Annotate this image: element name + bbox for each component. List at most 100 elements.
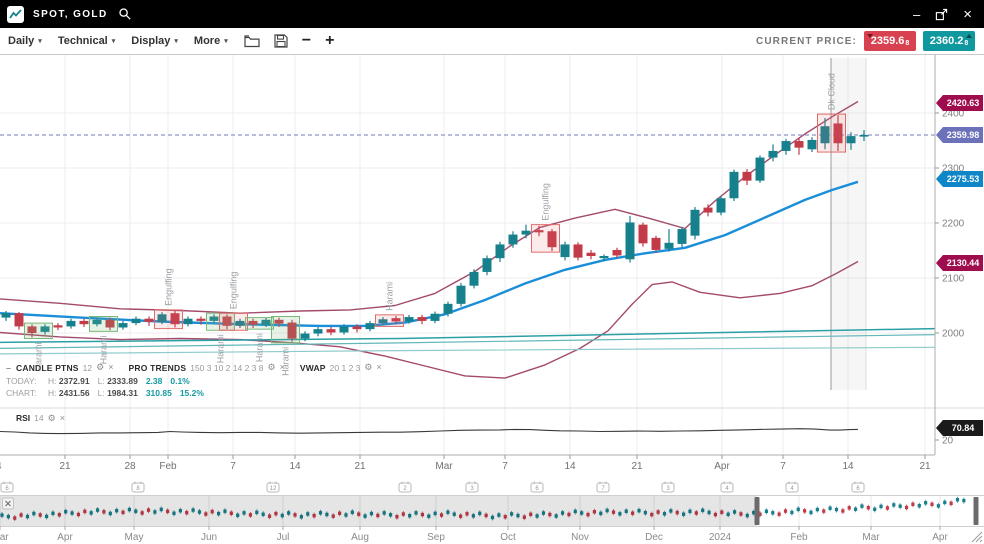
candle-body xyxy=(808,140,817,149)
candle-body xyxy=(457,286,466,304)
candle-body xyxy=(626,222,635,259)
x-tick-label: Mar xyxy=(435,461,453,472)
close-icon[interactable]: × xyxy=(280,363,285,372)
pattern-box xyxy=(532,225,560,253)
zoom-out-button[interactable]: − xyxy=(302,33,311,49)
x-tick-label: 21 xyxy=(919,461,931,472)
candle-body xyxy=(314,329,323,333)
navigator-month-label: Jun xyxy=(201,532,217,543)
candle-body xyxy=(769,151,778,158)
upper-band-line xyxy=(0,102,858,314)
y-tick-label: 20 xyxy=(942,436,954,447)
save-icon[interactable] xyxy=(274,34,288,48)
candle-body xyxy=(860,135,869,137)
mini-candle xyxy=(879,505,882,508)
navigator-handle-left[interactable] xyxy=(755,497,760,525)
navigator-month-label: Jul xyxy=(277,532,290,543)
indicator-pro-trends[interactable]: PRO TRENDS 150 3 10 2 14 2 3 8 ⚙ × xyxy=(128,363,284,373)
candle-body xyxy=(67,321,76,327)
x-tick-label: 14 xyxy=(289,461,301,472)
x-tick-label: 21 xyxy=(59,461,71,472)
x-tick-label: 14 xyxy=(564,461,576,472)
close-icon[interactable]: × xyxy=(60,414,65,423)
menu-daily[interactable]: Daily▾ xyxy=(8,35,42,47)
navigator-close-button[interactable] xyxy=(3,498,14,509)
pattern-box xyxy=(376,315,404,327)
gear-icon[interactable]: ⚙ xyxy=(267,363,275,372)
restore-button[interactable] xyxy=(935,8,948,21)
navigator-month-label: 2024 xyxy=(709,532,732,543)
close-button[interactable]: × xyxy=(963,7,972,22)
navigator-month-label: Oct xyxy=(500,532,516,543)
gear-icon[interactable]: ⚙ xyxy=(96,363,104,372)
x-tick-label: 7 xyxy=(502,461,508,472)
y-tick-label: 2100 xyxy=(942,274,965,285)
legend-collapse-toggle[interactable]: – xyxy=(6,363,11,373)
price-chart-canvas[interactable]: HaramiHaramiEngulfingHaramiEngulfingHara… xyxy=(0,0,984,544)
search-icon[interactable] xyxy=(118,7,132,21)
candle-body xyxy=(132,319,141,323)
indicator-vwap[interactable]: VWAP 20 1 2 3 ⚙ × xyxy=(300,363,382,373)
navigator-month-label: Aug xyxy=(351,532,369,543)
candle-body xyxy=(2,313,11,317)
chevron-down-icon: ▾ xyxy=(38,37,42,45)
candle-body xyxy=(405,317,414,321)
candle-body xyxy=(847,136,856,143)
pattern-box xyxy=(90,317,118,332)
candle-body xyxy=(483,258,492,272)
indicator-candle-ptns[interactable]: CANDLE PTNS 12 ⚙ × xyxy=(16,363,113,373)
candle-body xyxy=(444,304,453,314)
pattern-box xyxy=(155,310,183,329)
candle-body xyxy=(301,334,310,339)
mini-candle xyxy=(829,506,832,509)
candle-body xyxy=(496,244,505,258)
candle-body xyxy=(431,314,440,321)
menu-technical[interactable]: Technical▾ xyxy=(58,35,115,47)
candle-body xyxy=(197,319,206,321)
mini-candle xyxy=(778,512,781,515)
candle-body xyxy=(145,319,154,322)
mini-candle xyxy=(950,502,953,505)
calendar-day: 12 xyxy=(270,486,277,492)
close-icon[interactable]: × xyxy=(376,363,381,372)
gear-icon[interactable]: ⚙ xyxy=(48,414,56,423)
navigator-dimmed-region xyxy=(0,496,757,526)
mini-candle xyxy=(930,503,933,506)
candle-body xyxy=(470,272,479,286)
today-stats-row: TODAY: H: 2372.91 L: 2333.89 2.38 0.1% xyxy=(6,375,394,386)
chart-stats-row: CHART: H: 2431.56 L: 1984.31 310.85 15.2… xyxy=(6,387,394,398)
trend-ma-line xyxy=(0,182,858,326)
candle-body xyxy=(730,172,739,198)
navigator-month-label: Dec xyxy=(645,532,663,543)
candle-body xyxy=(691,210,700,236)
candle-body xyxy=(795,141,804,148)
pattern-box xyxy=(272,317,300,343)
mini-candle xyxy=(822,509,825,512)
resize-grip[interactable] xyxy=(972,532,982,542)
ask-price-badge[interactable]: 2360.28 xyxy=(923,31,975,51)
open-layout-folder-icon[interactable] xyxy=(244,34,260,48)
gear-icon[interactable]: ⚙ xyxy=(364,363,372,372)
mini-candle xyxy=(797,508,800,511)
pattern-label: Harami xyxy=(255,333,265,362)
zoom-in-button[interactable]: + xyxy=(325,33,334,49)
indicator-rsi[interactable]: RSI 14 ⚙ × xyxy=(16,413,65,423)
mini-candle xyxy=(809,511,812,514)
close-icon[interactable]: × xyxy=(108,363,113,372)
candle-body xyxy=(678,229,687,244)
candle-body xyxy=(418,317,427,321)
navigator-handle-right[interactable] xyxy=(974,497,979,525)
price-badge-value: 2275.53 xyxy=(947,174,980,184)
navigator-month-label: Mar xyxy=(862,532,880,543)
mini-candle xyxy=(886,506,889,509)
symbol-title: SPOT, GOLD xyxy=(33,9,108,20)
minimize-button[interactable]: – xyxy=(913,8,920,21)
price-badge-value: 2359.98 xyxy=(947,130,980,140)
mini-candle xyxy=(924,501,927,504)
mini-candle xyxy=(905,506,908,509)
bid-price-badge[interactable]: 2359.68 xyxy=(864,31,916,51)
menu-display[interactable]: Display▾ xyxy=(131,35,178,47)
menu-more[interactable]: More▾ xyxy=(194,35,228,47)
titlebar: SPOT, GOLD – × xyxy=(0,0,984,28)
navigator-month-label: Nov xyxy=(571,532,589,543)
